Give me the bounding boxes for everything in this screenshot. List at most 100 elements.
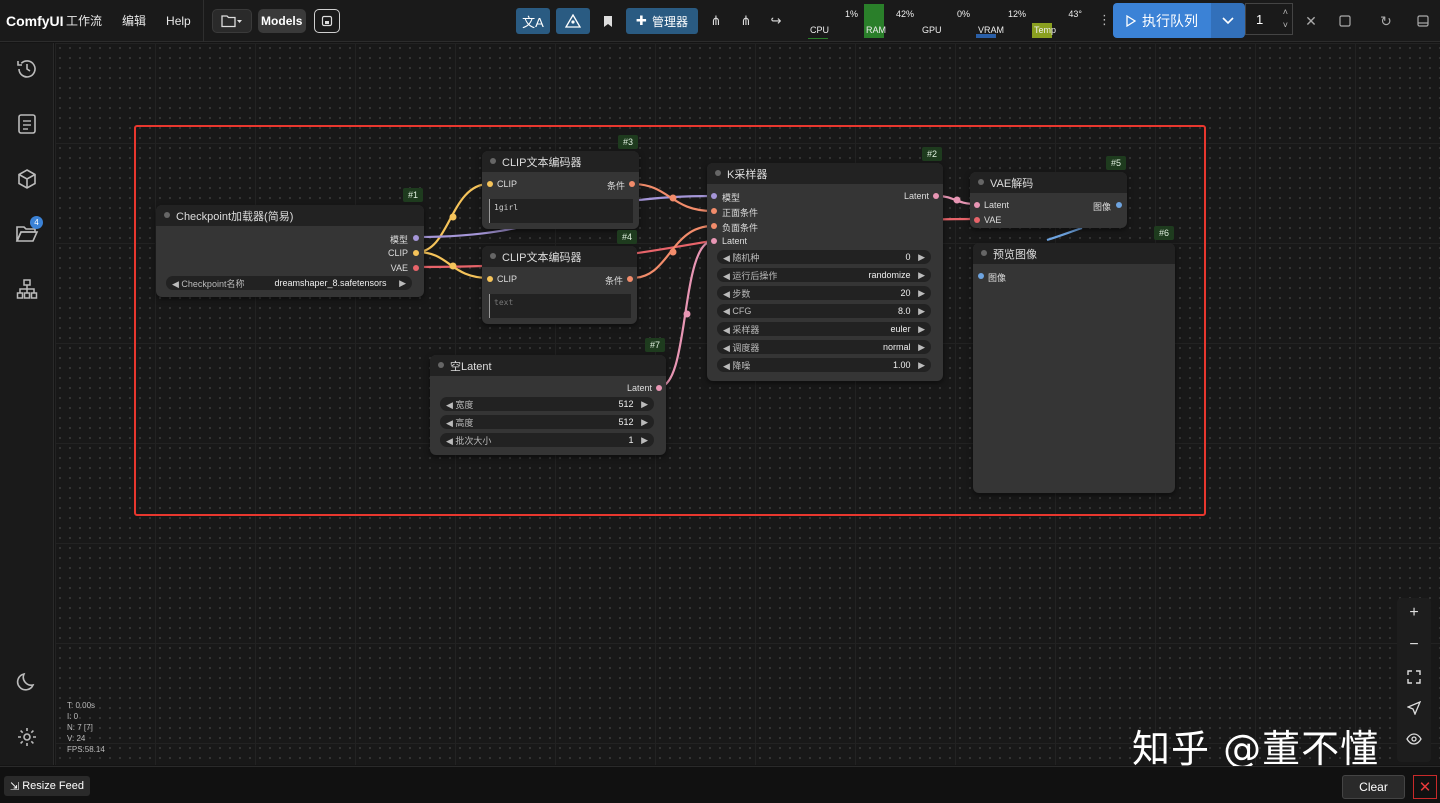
input-clip-slot[interactable] — [487, 276, 493, 282]
menu-help[interactable]: Help — [166, 14, 191, 28]
node-title[interactable]: 预览图像 — [973, 243, 1175, 264]
output-image-label: 图像 — [1092, 202, 1111, 212]
node-empty-latent[interactable]: 空Latent Latent ◀ 宽度 512 ▶ ◀ 高度 512 ▶ ◀ 批次大小 1… — [430, 355, 666, 455]
model-b-icon: ⋔ — [740, 13, 752, 28]
close-icon: ✕ — [1305, 12, 1317, 29]
monitor-cpu: CPU 1% — [808, 4, 862, 38]
sidebar-settings[interactable] — [13, 723, 41, 751]
output-vae-slot[interactable] — [413, 265, 419, 271]
output-vae-label: VAE — [390, 263, 408, 273]
workflow-folder-button[interactable] — [211, 8, 252, 33]
save-workflow-button[interactable] — [313, 8, 340, 33]
sidebar-history[interactable] — [13, 55, 41, 83]
translate-button[interactable]: 文A — [516, 8, 550, 34]
node-vae-decode[interactable]: VAE解码 Latent VAE 图像 — [970, 172, 1127, 228]
latent-widget-2[interactable]: ◀ 批次大小 1 ▶ — [440, 433, 654, 447]
zoom-in-button[interactable]: + — [1403, 602, 1425, 624]
input-clip-slot[interactable] — [487, 181, 493, 187]
output-latent-slot[interactable] — [656, 385, 662, 391]
node-title[interactable]: CLIP文本编码器 — [482, 246, 637, 267]
prompt-textarea[interactable]: text — [489, 294, 631, 318]
input-image-slot[interactable] — [978, 273, 984, 279]
render-stats: T: 0.00s I: 0 N: 7 [7] V: 24 FPS:58.14 — [67, 700, 105, 755]
queue-mode-dropdown[interactable] — [1211, 3, 1245, 38]
ksampler-widget-0[interactable]: ◀ 随机种 0 ▶ — [717, 250, 931, 264]
output-latent-slot[interactable] — [933, 193, 939, 199]
queue-run-button[interactable]: 执行队列 — [1113, 3, 1211, 38]
batch-count-input[interactable]: 1 ˄ ˅ — [1245, 3, 1293, 35]
node-clip-text-positive[interactable]: CLIP文本编码器 CLIP 条件 1girl — [482, 151, 639, 229]
monitor-label: CPU — [810, 25, 830, 35]
toggle-links-button[interactable] — [1403, 728, 1425, 750]
ksampler-widget-5[interactable]: ◀ 调度器 normal ▶ — [717, 340, 931, 354]
widget-label: ◀ 高度 — [446, 417, 474, 428]
node-title[interactable]: 空Latent — [430, 355, 666, 376]
ksampler-input-slot-3[interactable] — [711, 238, 717, 244]
latent-widget-1[interactable]: ◀ 高度 512 ▶ — [440, 415, 654, 429]
app-brand: ComfyUI — [6, 12, 64, 29]
manager-button[interactable]: ✚ 管理器 — [626, 8, 698, 34]
node-checkpoint-loader[interactable]: Checkpoint加载器(简易) 模型 CLIP VAE ◀ Checkpoi… — [156, 205, 424, 297]
bookmark-button[interactable] — [596, 8, 620, 34]
monitor-value: 43° — [1068, 9, 1082, 19]
fit-view-button[interactable] — [1403, 666, 1425, 688]
sidebar-workflows[interactable] — [13, 275, 41, 303]
model-b-button[interactable]: ⋔ — [734, 8, 758, 34]
watermark: 知乎 @董不懂 — [1132, 727, 1380, 771]
ksampler-input-slot-2[interactable] — [711, 223, 717, 229]
refresh-icon: ↻ — [1380, 12, 1392, 29]
menu-edit[interactable]: 编辑 — [122, 12, 146, 29]
sidebar-theme-toggle[interactable] — [13, 668, 41, 696]
prompt-textarea[interactable]: 1girl — [489, 199, 633, 223]
refresh-button[interactable]: ↻ — [1375, 10, 1397, 32]
node-id-badge: #3 — [618, 135, 638, 149]
stop-button[interactable] — [1334, 10, 1356, 32]
close-queue-button[interactable]: ✕ — [1300, 10, 1322, 32]
models-button[interactable]: Models — [257, 8, 306, 33]
ksampler-input-slot-1[interactable] — [711, 208, 717, 214]
stepper-arrows-icon[interactable]: ˄ ˅ — [1283, 6, 1288, 32]
sidebar-node-library[interactable] — [13, 165, 41, 193]
latent-widget-0[interactable]: ◀ 宽度 512 ▶ — [440, 397, 654, 411]
more-menu-icon[interactable]: ⋮ — [1098, 12, 1111, 28]
output-clip-slot[interactable] — [413, 250, 419, 256]
node-ksampler[interactable]: K采样器 Latent 模型 正面条件 负面条件 Latent ◀ 随机种 0 ▶ ◀ 运… — [707, 163, 943, 381]
node-preview-image[interactable]: 预览图像 图像 — [973, 243, 1175, 493]
output-cond-slot[interactable] — [629, 181, 635, 187]
select-mode-button[interactable] — [1403, 697, 1425, 719]
save-icon — [321, 15, 332, 26]
output-image-slot[interactable] — [1116, 202, 1122, 208]
ckpt-name-widget[interactable]: ◀ Checkpoint名称 dreamshaper_8.safetensors… — [166, 276, 412, 290]
node-id-badge: #1 — [403, 188, 423, 202]
share-button[interactable]: ↪ — [764, 8, 788, 34]
ksampler-widget-2[interactable]: ◀ 步数 20 ▶ — [717, 286, 931, 300]
stop-square-icon — [1339, 15, 1351, 27]
model-a-button[interactable]: ⋔ — [704, 8, 728, 34]
close-feed-button[interactable]: ✕ — [1413, 775, 1437, 799]
ksampler-widget-4[interactable]: ◀ 采样器 euler ▶ — [717, 322, 931, 336]
node-map-button[interactable] — [556, 8, 590, 34]
node-title[interactable]: Checkpoint加载器(简易) — [156, 205, 424, 226]
input-latent-slot[interactable] — [974, 202, 980, 208]
ksampler-widget-6[interactable]: ◀ 降噪 1.00 ▶ — [717, 358, 931, 372]
node-title[interactable]: K采样器 — [707, 163, 943, 184]
node-title[interactable]: VAE解码 — [970, 172, 1127, 193]
ksampler-input-slot-0[interactable] — [711, 193, 717, 199]
node-title[interactable]: CLIP文本编码器 — [482, 151, 639, 172]
output-model-slot[interactable] — [413, 235, 419, 241]
sidebar-queue[interactable] — [13, 110, 41, 138]
node-clip-text-negative[interactable]: CLIP文本编码器 CLIP 条件 text — [482, 246, 637, 324]
ksampler-widget-3[interactable]: ◀ CFG 8.0 ▶ — [717, 304, 931, 318]
ksampler-widget-1[interactable]: ◀ 运行后操作 randomize ▶ — [717, 268, 931, 282]
output-latent-label: Latent — [903, 191, 929, 201]
zoom-out-button[interactable]: − — [1403, 634, 1425, 656]
widget-value: 1.00 ▶ — [893, 359, 925, 370]
input-vae-slot[interactable] — [974, 217, 980, 223]
resize-feed-button[interactable]: ⇲ Resize Feed — [4, 776, 90, 796]
ksampler-input-label-1: 正面条件 — [722, 208, 759, 218]
output-cond-slot[interactable] — [627, 276, 633, 282]
menu-workflow[interactable]: 工作流 — [66, 12, 102, 29]
clear-button[interactable]: Clear — [1342, 775, 1405, 799]
toggle-panel-button[interactable] — [1412, 10, 1434, 32]
monitor-value: 1% — [844, 9, 858, 19]
